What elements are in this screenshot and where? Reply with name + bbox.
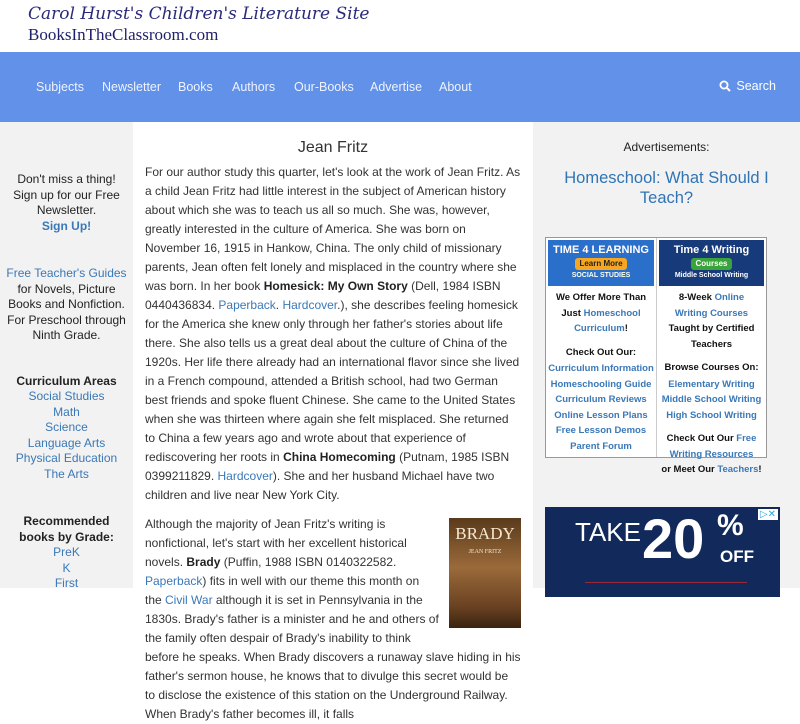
ad-link[interactable]: Curriculum Information bbox=[546, 361, 656, 377]
grade-heading: Recommended books by Grade: bbox=[19, 514, 114, 544]
curriculum-heading: Curriculum Areas bbox=[16, 373, 117, 388]
time4learning-column: TIME 4 LEARNING Learn More SOCIAL STUDIE… bbox=[546, 238, 656, 457]
ad-text: or Meet Our bbox=[661, 464, 718, 475]
time4learning-banner[interactable]: TIME 4 LEARNING Learn More SOCIAL STUDIE… bbox=[548, 240, 654, 286]
inline-link[interactable]: Hardcover bbox=[282, 298, 337, 312]
curriculum-language-arts[interactable]: Language Arts bbox=[6, 436, 127, 452]
article-paragraph: For our author study this quarter, let's… bbox=[145, 163, 521, 505]
time4writing-column: Time 4 Writing Courses Middle School Wri… bbox=[656, 238, 766, 475]
cover-title: BRADY bbox=[455, 524, 515, 543]
guides-description: for Novels, Picture Books and Nonfiction… bbox=[7, 281, 126, 343]
ad-link[interactable]: Homeschooling Guide bbox=[546, 377, 656, 393]
ad-text: ! bbox=[758, 464, 762, 475]
book-title: Brady bbox=[186, 555, 221, 569]
grade-prek[interactable]: PreK bbox=[6, 545, 127, 561]
ads-label: Advertisements: bbox=[623, 140, 710, 154]
nav-newsletter[interactable]: Newsletter bbox=[102, 80, 161, 94]
banner-tag: SOCIAL STUDIES bbox=[571, 272, 631, 279]
homeschool-curriculum-link[interactable]: Homeschool Curriculum bbox=[574, 308, 641, 335]
paragraph-text: .), she describes feeling homesick for t… bbox=[145, 298, 520, 464]
right-sidebar: Advertisements: Homeschool: What Should … bbox=[533, 122, 800, 597]
book-title: Homesick: My Own Story bbox=[263, 279, 408, 293]
inline-link[interactable]: Paperback bbox=[218, 298, 275, 312]
curriculum-math[interactable]: Math bbox=[6, 405, 127, 421]
ad-text: 8-Week bbox=[678, 292, 715, 303]
paragraph-text: (Puffin, 1988 ISBN 0140322582. bbox=[220, 555, 397, 569]
main-nav: Subjects Newsletter Books Authors Our-Bo… bbox=[0, 52, 800, 122]
page-title: Jean Fritz bbox=[297, 139, 369, 156]
ad-link[interactable]: High School Writing bbox=[657, 408, 766, 424]
nav-our-books[interactable]: Our-Books bbox=[294, 80, 354, 94]
site-header: Carol Hurst's Children's Literature Site… bbox=[0, 0, 800, 52]
ad-take: TAKE bbox=[575, 517, 641, 547]
teachers-link[interactable]: Teachers bbox=[717, 464, 758, 475]
inline-link[interactable]: Civil War bbox=[165, 593, 213, 607]
main-content: Jean Fritz For our author study this qua… bbox=[133, 122, 533, 721]
ad-heading: Browse Courses On: bbox=[664, 362, 759, 373]
teachers-guides-link[interactable]: Free Teacher's Guides bbox=[6, 266, 127, 282]
ad-off: OFF bbox=[720, 547, 754, 566]
curriculum-science[interactable]: Science bbox=[6, 420, 127, 436]
ad-text: Check Out Our bbox=[666, 433, 737, 444]
time4-ad: TIME 4 LEARNING Learn More SOCIAL STUDIE… bbox=[545, 237, 767, 475]
inline-link[interactable]: Paperback bbox=[145, 574, 202, 588]
ad-text: ! bbox=[624, 323, 628, 334]
ad-link[interactable]: Online Lesson Plans bbox=[546, 408, 656, 424]
signup-link[interactable]: Sign Up! bbox=[6, 219, 127, 235]
ad-percent: % bbox=[717, 509, 744, 542]
banner-tag: Middle School Writing bbox=[674, 272, 749, 279]
inline-link[interactable]: Hardcover bbox=[218, 469, 273, 483]
ad-choices-close-icon[interactable]: ▷✕ bbox=[757, 509, 778, 520]
nav-authors[interactable]: Authors bbox=[232, 80, 275, 94]
banner-title: Time 4 Writing bbox=[673, 244, 750, 256]
search-label: Search bbox=[736, 79, 776, 93]
discount-ad[interactable]: TAKE 20 % OFF ▷✕ bbox=[545, 507, 780, 597]
paragraph-text: For our author study this quarter, let's… bbox=[145, 165, 521, 293]
ad-amount: 20 bbox=[642, 507, 705, 570]
ad-text: Taught by Certified Teachers bbox=[668, 323, 755, 350]
nav-books[interactable]: Books bbox=[178, 80, 213, 94]
grade-first[interactable]: First bbox=[6, 576, 127, 592]
cover-author: JEAN FRITZ bbox=[468, 549, 502, 555]
brady-book-cover: BRADY JEAN FRITZ bbox=[449, 518, 521, 628]
newsletter-promo: Don't miss a thing! Sign up for our Free… bbox=[13, 172, 120, 217]
search-icon bbox=[719, 80, 732, 92]
courses-button[interactable]: Courses bbox=[691, 258, 732, 270]
grade-k[interactable]: K bbox=[6, 561, 127, 577]
ad-link[interactable]: Middle School Writing bbox=[657, 392, 766, 408]
ad-link[interactable]: Parent Forum bbox=[546, 439, 656, 455]
nav-about[interactable]: About bbox=[439, 80, 472, 94]
learn-more-button[interactable]: Learn More bbox=[575, 258, 627, 270]
nav-advertise[interactable]: Advertise bbox=[370, 80, 422, 94]
ad-divider bbox=[585, 582, 747, 583]
ad-headline-link[interactable]: Homeschool: What Should I Teach? bbox=[553, 168, 780, 208]
site-title[interactable]: Carol Hurst's Children's Literature Site bbox=[28, 4, 369, 24]
curriculum-physical-education[interactable]: Physical Education bbox=[6, 451, 127, 467]
curriculum-social-studies[interactable]: Social Studies bbox=[6, 389, 127, 405]
left-sidebar: Don't miss a thing! Sign up for our Free… bbox=[0, 122, 133, 590]
site-domain[interactable]: BooksInTheClassroom.com bbox=[28, 25, 218, 45]
ad-heading: Check Out Our: bbox=[565, 346, 637, 358]
ad-link[interactable]: Free Lesson Demos bbox=[546, 423, 656, 439]
ad-link[interactable]: Elementary Writing bbox=[657, 377, 766, 393]
book-title: China Homecoming bbox=[283, 450, 396, 464]
banner-title: TIME 4 LEARNING bbox=[553, 244, 649, 256]
curriculum-the-arts[interactable]: The Arts bbox=[6, 467, 127, 483]
ad-link[interactable]: Curriculum Reviews bbox=[546, 392, 656, 408]
article-paragraph: BRADY JEAN FRITZ Although the majority of … bbox=[145, 515, 521, 724]
time4writing-banner[interactable]: Time 4 Writing Courses Middle School Wri… bbox=[659, 240, 764, 286]
search-button[interactable]: Search bbox=[719, 79, 776, 93]
nav-subjects[interactable]: Subjects bbox=[36, 80, 84, 94]
